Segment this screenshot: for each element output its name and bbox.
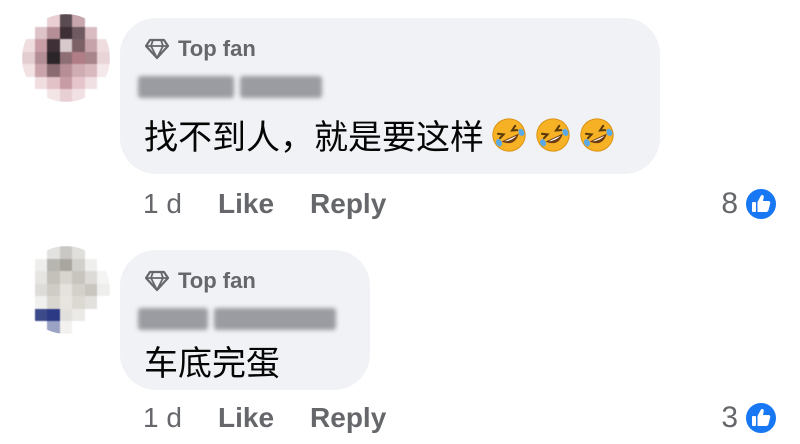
rolling-laughing-emoji-icon: [492, 117, 526, 152]
comment-timestamp[interactable]: 1 d: [143, 188, 218, 220]
avatar-pixelated: [22, 246, 110, 334]
reaction-summary[interactable]: 8: [721, 186, 778, 222]
reaction-count: 8: [721, 187, 738, 220]
like-thumbs-up-icon: [744, 401, 778, 435]
avatar[interactable]: [22, 14, 110, 102]
rolling-laughing-emoji-icon: [536, 117, 570, 152]
commenter-name-redacted[interactable]: [138, 72, 322, 102]
reply-button[interactable]: Reply: [310, 402, 386, 434]
diamond-icon: [144, 270, 170, 292]
reaction-summary[interactable]: 3: [721, 400, 778, 436]
comment-actions: 1 d Like Reply: [143, 400, 422, 436]
reaction-count: 3: [721, 401, 738, 434]
comment-text-body: 找不到人，就是要这样: [144, 118, 484, 158]
like-thumbs-up-icon: [744, 187, 778, 221]
top-fan-badge: Top fan: [144, 34, 256, 64]
like-button[interactable]: Like: [218, 402, 274, 434]
avatar[interactable]: [22, 246, 110, 334]
diamond-icon: [144, 38, 170, 60]
rolling-laughing-emoji-icon: [580, 117, 614, 152]
like-button[interactable]: Like: [218, 188, 274, 220]
badge-label: Top fan: [178, 268, 256, 293]
comment-bubble[interactable]: Top fan 车底完蛋: [120, 250, 370, 390]
comment-timestamp[interactable]: 1 d: [143, 402, 218, 434]
comment-text-body: 车底完蛋: [144, 344, 280, 384]
top-fan-badge: Top fan: [144, 266, 256, 296]
reply-button[interactable]: Reply: [310, 188, 386, 220]
comment-text: 车底完蛋: [144, 336, 280, 385]
commenter-name-redacted[interactable]: [138, 304, 336, 334]
comment-text: 找不到人，就是要这样: [144, 110, 616, 159]
avatar-pixelated: [22, 14, 110, 102]
comment-actions: 1 d Like Reply: [143, 186, 422, 222]
comment-bubble[interactable]: Top fan 找不到人，就是要这样: [120, 18, 660, 174]
badge-label: Top fan: [178, 36, 256, 61]
comment-thread: Top fan 找不到人，就是要这样 1 d Like Reply 8 Top …: [0, 0, 800, 444]
